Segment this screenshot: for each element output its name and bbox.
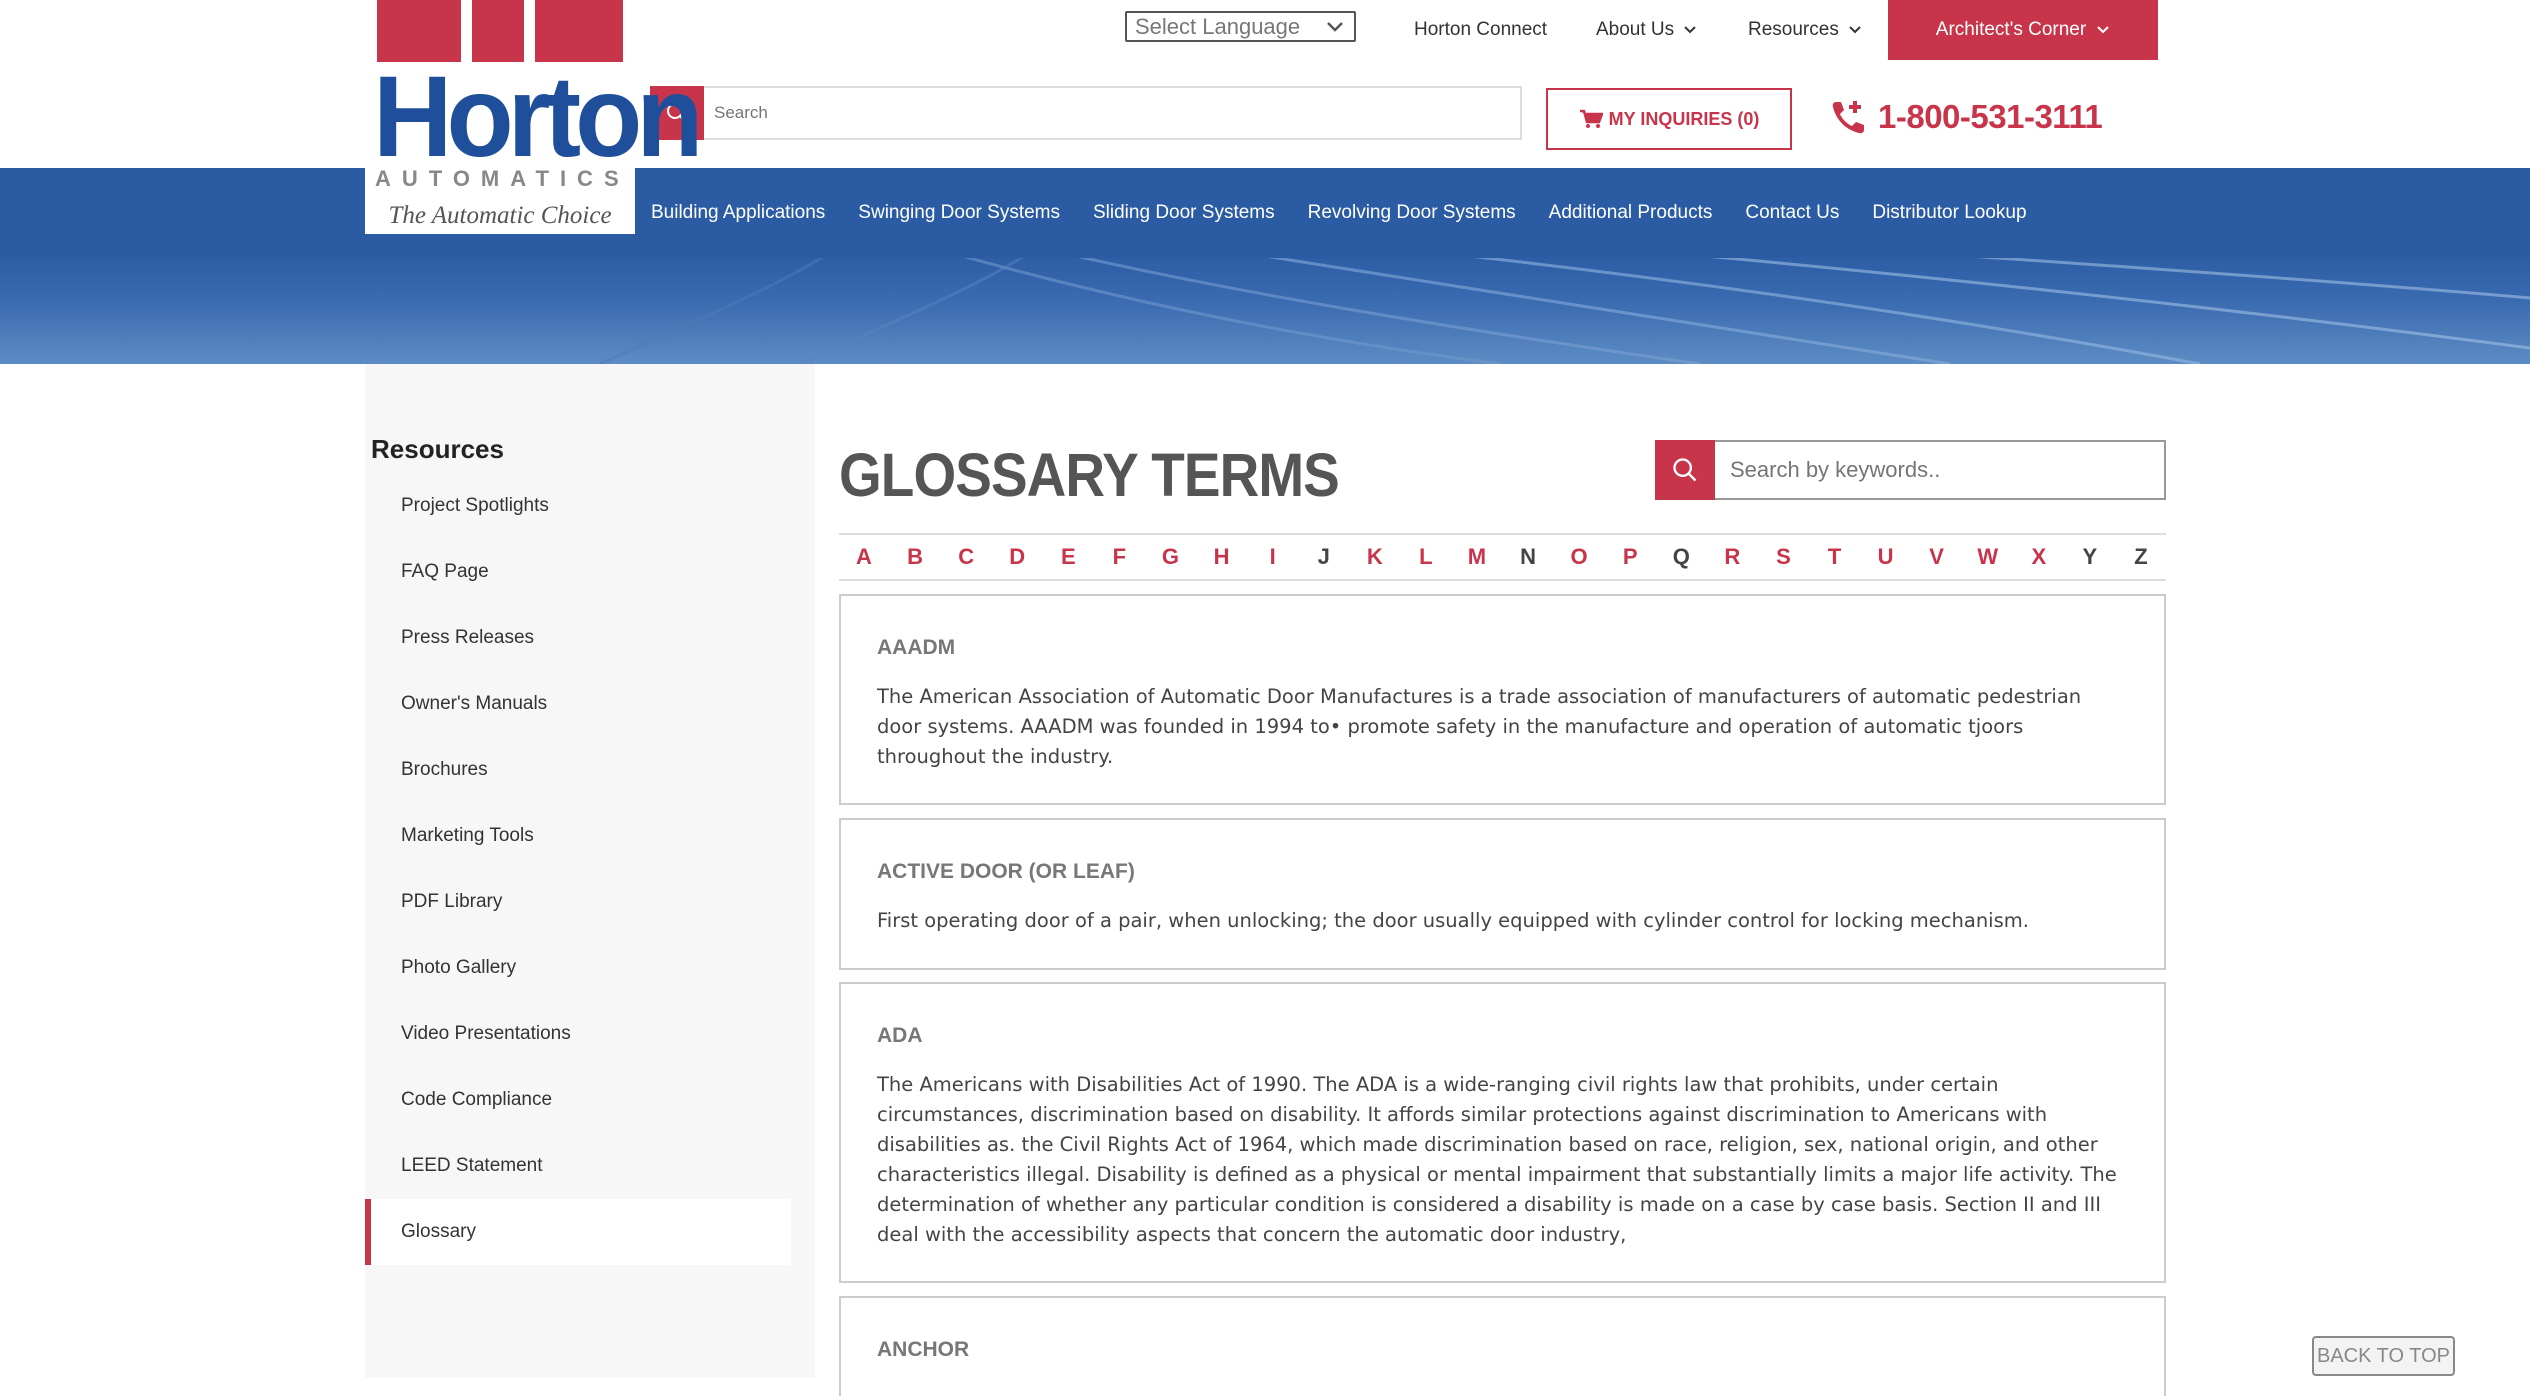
term-description: The Americans with Disabilities Act of 1…	[877, 1073, 2117, 1246]
sidebar-item-pdf-library[interactable]: PDF Library	[365, 869, 791, 935]
letter-b[interactable]: B	[900, 544, 930, 570]
nav-revolving-door-systems[interactable]: Revolving Door Systems	[1308, 202, 1516, 224]
nav-swinging-door-systems[interactable]: Swinging Door Systems	[858, 202, 1060, 224]
term-name: AAADM	[877, 636, 956, 659]
sidebar-item-leed-statement[interactable]: LEED Statement	[365, 1133, 791, 1199]
letter-r[interactable]: R	[1717, 544, 1747, 570]
site-header: Horton AUTOMATICS The Automatic Choice S…	[0, 0, 2530, 234]
sidebar-item-photo-gallery[interactable]: Photo Gallery	[365, 935, 791, 1001]
nav-distributor-lookup[interactable]: Distributor Lookup	[1872, 202, 2026, 224]
letter-t[interactable]: T	[1819, 544, 1849, 570]
architects-corner-button[interactable]: Architect's Corner	[1888, 0, 2158, 60]
glossary-term-card: ADA The Americans with Disabilities Act …	[839, 982, 2166, 1283]
sidebar-item-marketing-tools[interactable]: Marketing Tools	[365, 803, 791, 869]
letter-w[interactable]: W	[1973, 544, 2003, 570]
term-description: The American Association of Automatic Do…	[877, 685, 2082, 768]
sidebar-item-project-spotlights[interactable]: Project Spotlights	[365, 473, 791, 539]
phone-link[interactable]: 1-800-531-3111	[1830, 92, 2103, 142]
letter-f[interactable]: F	[1104, 544, 1134, 570]
hero-banner	[0, 258, 2530, 364]
language-select-label: Select Language	[1135, 14, 1301, 39]
glossary-search	[1655, 440, 2166, 500]
term-description: First operating door of a pair, when unl…	[877, 909, 2029, 932]
page-title: GLOSSARY TERMS	[839, 441, 1340, 509]
topnav-horton-connect[interactable]: Horton Connect	[1414, 0, 1547, 60]
nav-building-applications[interactable]: Building Applications	[651, 202, 825, 224]
letter-g[interactable]: G	[1155, 544, 1185, 570]
logo-tagline: The Automatic Choice	[365, 198, 635, 234]
chevron-down-icon	[1324, 16, 1346, 44]
sidebar-item-press-releases[interactable]: Press Releases	[365, 605, 791, 671]
term-name: ADA	[877, 1024, 923, 1047]
letter-p[interactable]: P	[1615, 544, 1645, 570]
letter-v[interactable]: V	[1922, 544, 1952, 570]
sidebar-item-code-compliance[interactable]: Code Compliance	[365, 1067, 791, 1133]
letter-i[interactable]: I	[1258, 544, 1288, 570]
nav-contact-us[interactable]: Contact Us	[1745, 202, 1839, 224]
letter-l[interactable]: L	[1411, 544, 1441, 570]
sidebar-item-owners-manuals[interactable]: Owner's Manuals	[365, 671, 791, 737]
my-inquiries-button[interactable]: MY INQUIRIES (0)	[1546, 88, 1792, 150]
letter-x[interactable]: X	[2024, 544, 2054, 570]
horton-logo[interactable]: Horton AUTOMATICS The Automatic Choice	[365, 0, 703, 234]
glossary-term-card: AAADM The American Association of Automa…	[839, 594, 2166, 805]
glossary-search-input[interactable]	[1728, 442, 2148, 498]
logo-wordmark: Horton	[373, 51, 703, 182]
letter-o[interactable]: O	[1564, 544, 1594, 570]
letter-q: Q	[1672, 544, 1690, 569]
letter-c[interactable]: C	[951, 544, 981, 570]
chevron-down-icon	[1849, 26, 1861, 34]
term-name: ACTIVE DOOR (OR LEAF)	[877, 860, 1135, 883]
letter-h[interactable]: H	[1207, 544, 1237, 570]
book-pages-background	[599, 258, 2530, 364]
logo-subtitle: AUTOMATICS	[375, 166, 630, 191]
topnav-resources[interactable]: Resources	[1748, 0, 1862, 60]
sidebar-item-glossary[interactable]: Glossary	[365, 1199, 791, 1265]
topnav-about-us-label: About Us	[1596, 19, 1675, 40]
glossary-term-card: ACTIVE DOOR (OR LEAF) First operating do…	[839, 818, 2166, 970]
glossary-term-card: ANCHOR	[839, 1296, 2166, 1396]
sidebar-item-faq-page[interactable]: FAQ Page	[365, 539, 791, 605]
back-to-top-button[interactable]: BACK TO TOP	[2312, 1336, 2455, 1376]
letter-e[interactable]: E	[1053, 544, 1083, 570]
glossary-search-button[interactable]	[1655, 440, 1715, 500]
letter-a[interactable]: A	[849, 544, 879, 570]
search-input[interactable]	[712, 88, 1512, 138]
architects-corner-label: Architect's Corner	[1935, 19, 2087, 40]
language-select[interactable]: Select Language	[1125, 11, 1356, 42]
site-search	[650, 86, 1522, 140]
letter-y: Y	[2082, 544, 2098, 569]
phone-number: 1-800-531-3111	[1878, 98, 2103, 135]
my-inquiries-label: MY INQUIRIES (0)	[1608, 108, 1760, 129]
chevron-down-icon	[1684, 26, 1696, 34]
topnav-horton-connect-label: Horton Connect	[1414, 19, 1548, 40]
letter-s[interactable]: S	[1768, 544, 1798, 570]
letter-m[interactable]: M	[1462, 544, 1492, 570]
letter-u[interactable]: U	[1871, 544, 1901, 570]
letter-j: J	[1317, 544, 1330, 569]
letter-z: Z	[2134, 544, 2148, 569]
letter-d[interactable]: D	[1002, 544, 1032, 570]
phone-plus-icon	[1832, 101, 1864, 134]
search-icon	[1673, 458, 1697, 482]
nav-additional-products[interactable]: Additional Products	[1549, 202, 1713, 224]
alphabet-filter: A B C D E F G H I J K L M N O P Q R S T …	[839, 533, 2166, 581]
sidebar-item-video-presentations[interactable]: Video Presentations	[365, 1001, 791, 1067]
term-name: ANCHOR	[877, 1338, 970, 1361]
cart-icon	[1579, 109, 1603, 128]
sidebar-item-brochures[interactable]: Brochures	[365, 737, 791, 803]
sidebar-title: Resources	[371, 434, 504, 464]
nav-sliding-door-systems[interactable]: Sliding Door Systems	[1093, 202, 1275, 224]
letter-k[interactable]: K	[1360, 544, 1390, 570]
chevron-down-icon	[2097, 26, 2109, 34]
topnav-resources-label: Resources	[1748, 19, 1839, 40]
topnav-about-us[interactable]: About Us	[1596, 0, 1697, 60]
letter-n[interactable]: N	[1513, 544, 1543, 570]
